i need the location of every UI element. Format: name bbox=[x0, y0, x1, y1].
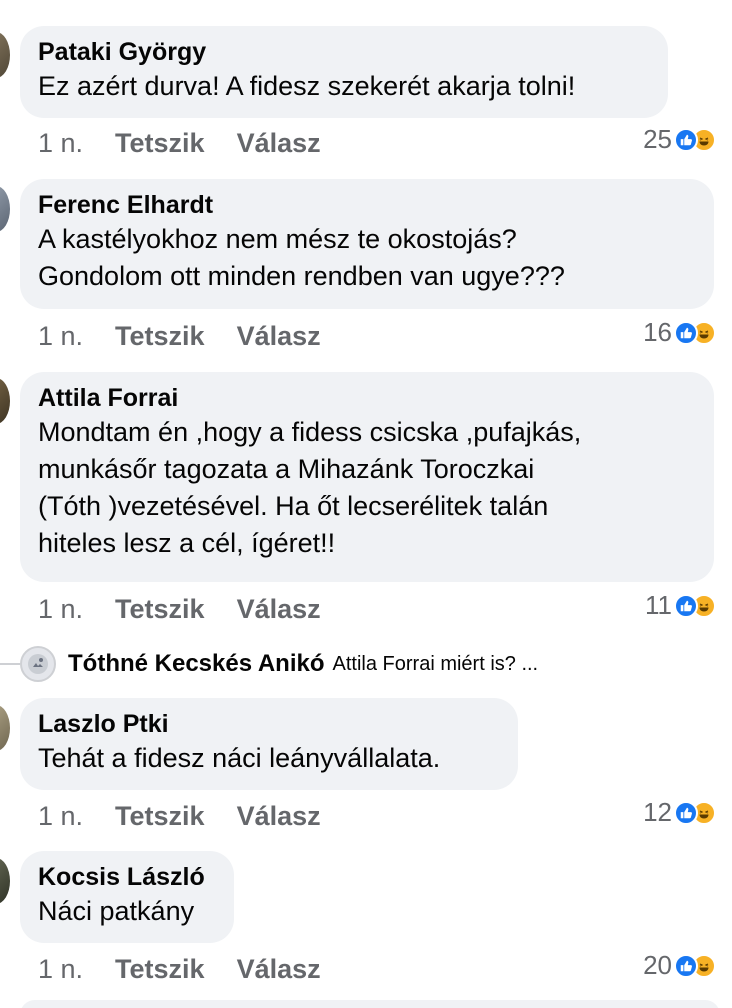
comment-bubble-partial bbox=[20, 1000, 720, 1008]
like-icon bbox=[674, 320, 698, 345]
reply-avatar[interactable] bbox=[20, 646, 56, 682]
reply-snippet: Attila Forrai miért is? ... bbox=[332, 652, 539, 675]
comment-actions: 1 n. Tetszik Válasz bbox=[38, 953, 353, 985]
comment-text: A kastélyokhoz nem mész te okostojás? bbox=[38, 224, 517, 254]
like-button[interactable]: Tetszik bbox=[115, 953, 205, 985]
like-button[interactable]: Tetszik bbox=[115, 320, 205, 352]
comment-bubble: Laszlo Ptki Tehát a fidesz náci leányvál… bbox=[20, 698, 518, 790]
comment-author[interactable]: Pataki György bbox=[38, 36, 650, 68]
reply-button[interactable]: Válasz bbox=[237, 127, 321, 159]
comment-text: Tehát a fidesz náci leányvállalata. bbox=[38, 743, 441, 773]
comment-time[interactable]: 1 n. bbox=[38, 800, 83, 832]
comment-author[interactable]: Laszlo Ptki bbox=[38, 708, 500, 740]
reaction-summary[interactable]: 20 bbox=[643, 950, 716, 981]
like-button[interactable]: Tetszik bbox=[115, 593, 205, 625]
avatar[interactable] bbox=[0, 705, 10, 751]
comment-time[interactable]: 1 n. bbox=[38, 320, 83, 352]
comment-time[interactable]: 1 n. bbox=[38, 593, 83, 625]
avatar[interactable] bbox=[0, 858, 10, 904]
reply-author[interactable]: Tóthné Kecskés Anikó bbox=[68, 650, 325, 678]
reply-button[interactable]: Válasz bbox=[237, 593, 321, 625]
like-icon bbox=[674, 800, 698, 825]
reply-button[interactable]: Válasz bbox=[237, 800, 321, 832]
comment-text: Náci patkány bbox=[38, 896, 195, 926]
comment-time[interactable]: 1 n. bbox=[38, 127, 83, 159]
reaction-summary[interactable]: 12 bbox=[643, 797, 716, 828]
comment-actions: 1 n. Tetszik Válasz bbox=[38, 593, 353, 625]
reply-connector bbox=[0, 663, 20, 665]
comment-text: hiteles lesz a cél, ígéret!! bbox=[38, 528, 336, 558]
reply-button[interactable]: Válasz bbox=[237, 320, 321, 352]
comment-bubble: Pataki György Ez azért durva! A fidesz s… bbox=[20, 26, 668, 118]
reaction-count: 16 bbox=[643, 317, 672, 347]
like-button[interactable]: Tetszik bbox=[115, 800, 205, 832]
comment-author[interactable]: Ferenc Elhardt bbox=[38, 189, 696, 221]
reaction-summary[interactable]: 11 bbox=[645, 590, 716, 621]
avatar[interactable] bbox=[0, 378, 10, 424]
comment-text: (Tóth )vezetésével. Ha őt lecserélitek t… bbox=[38, 491, 549, 521]
avatar[interactable] bbox=[0, 186, 10, 232]
comment-actions: 1 n. Tetszik Válasz bbox=[38, 800, 353, 832]
reaction-count: 25 bbox=[643, 124, 672, 154]
comment-actions: 1 n. Tetszik Válasz bbox=[38, 127, 353, 159]
reaction-count: 20 bbox=[643, 950, 672, 980]
comment-bubble: Kocsis László Náci patkány bbox=[20, 851, 234, 943]
reply-preview[interactable]: Tóthné Kecskés Anikó Attila Forrai miért… bbox=[0, 644, 538, 684]
reply-button[interactable]: Válasz bbox=[237, 953, 321, 985]
like-icon bbox=[674, 953, 698, 978]
like-icon bbox=[674, 127, 698, 152]
reaction-count: 11 bbox=[645, 590, 672, 620]
comment-bubble: Attila Forrai Mondtam én ,hogy a fidess … bbox=[20, 372, 714, 582]
like-icon bbox=[674, 593, 698, 618]
comment-text: Gondolom ott minden rendben van ugye??? bbox=[38, 261, 565, 291]
avatar[interactable] bbox=[0, 32, 10, 78]
comment-author[interactable]: Kocsis László bbox=[38, 861, 216, 893]
comment-text: munkásőr tagozata a Mihazánk Toroczkai bbox=[38, 454, 535, 484]
comment-author[interactable]: Attila Forrai bbox=[38, 382, 696, 414]
like-button[interactable]: Tetszik bbox=[115, 127, 205, 159]
reaction-summary[interactable]: 25 bbox=[643, 124, 716, 155]
reaction-count: 12 bbox=[643, 797, 672, 827]
comment-text: Mondtam én ,hogy a fidess csicska ,pufaj… bbox=[38, 417, 582, 447]
comment-actions: 1 n. Tetszik Válasz bbox=[38, 320, 353, 352]
comment-text: Ez azért durva! A fidesz szekerét akarja… bbox=[38, 71, 576, 101]
comment-bubble: Ferenc Elhardt A kastélyokhoz nem mész t… bbox=[20, 179, 714, 309]
reaction-summary[interactable]: 16 bbox=[643, 317, 716, 348]
comment-time[interactable]: 1 n. bbox=[38, 953, 83, 985]
comments-page: { "comments": [ { "author": "Pataki Györ… bbox=[0, 0, 732, 1008]
